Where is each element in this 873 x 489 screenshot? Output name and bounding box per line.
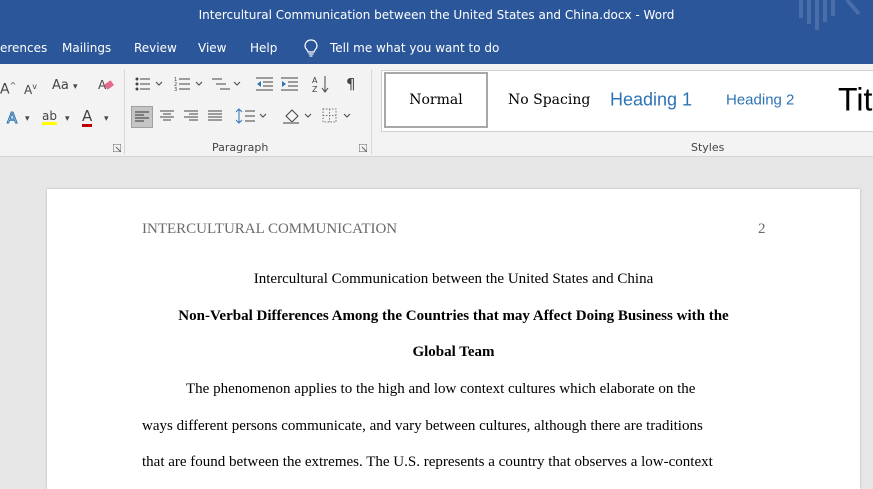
body-line: that are found between the extremes. The… bbox=[142, 454, 713, 470]
font-color-dropdown-icon[interactable]: ▾ bbox=[104, 111, 109, 127]
running-header: INTERCULTURAL COMMUNICATION bbox=[142, 221, 398, 237]
menu-bar: erences Mailings Review View Help Tell m… bbox=[0, 32, 873, 64]
style-heading-1[interactable]: Heading 1 bbox=[600, 71, 710, 129]
font-dialog-launcher-icon[interactable] bbox=[113, 144, 121, 152]
group-separator bbox=[124, 70, 125, 154]
style-heading-1-label: Heading 1 bbox=[610, 89, 693, 110]
svg-text:A: A bbox=[7, 109, 18, 127]
ribbon-decoration bbox=[799, 0, 861, 30]
bullets-icon[interactable] bbox=[135, 76, 163, 92]
tab-help[interactable]: Help bbox=[250, 41, 277, 55]
style-title-label: Tit bbox=[838, 81, 873, 118]
increase-indent-icon[interactable] bbox=[281, 76, 299, 92]
sort-icon[interactable]: A Z bbox=[312, 75, 330, 93]
section-heading-line-1: Non-Verbal Differences Among the Countri… bbox=[178, 308, 729, 324]
page-number: 2 bbox=[758, 221, 766, 237]
svg-text:Z: Z bbox=[312, 85, 318, 93]
align-center-icon[interactable] bbox=[160, 110, 174, 122]
style-no-spacing-label: No Spacing bbox=[508, 92, 591, 108]
body-line: ways different persons communicate, and … bbox=[142, 418, 703, 434]
window-title: Intercultural Communication between the … bbox=[198, 8, 675, 22]
svg-text:A: A bbox=[312, 76, 318, 85]
tab-references[interactable]: erences bbox=[0, 41, 47, 55]
clear-formatting-icon[interactable]: A bbox=[97, 76, 115, 94]
title-bar: Intercultural Communication between the … bbox=[0, 0, 873, 32]
tab-view[interactable]: View bbox=[198, 41, 226, 55]
document-page[interactable]: INTERCULTURAL COMMUNICATION 2 Intercultu… bbox=[47, 189, 860, 489]
align-left-icon bbox=[135, 111, 149, 122]
highlight-dropdown-icon[interactable]: ▾ bbox=[65, 111, 70, 127]
styles-gallery: Normal No Spacing Heading 1 Heading 2 Ti… bbox=[381, 70, 873, 132]
styles-group-label: Styles bbox=[691, 141, 725, 154]
paragraph-group-label: Paragraph bbox=[212, 141, 269, 154]
font-color-button[interactable]: A bbox=[82, 108, 93, 127]
text-effects-icon[interactable]: A bbox=[6, 109, 22, 127]
style-no-spacing[interactable]: No Spacing bbox=[492, 71, 596, 129]
group-separator bbox=[371, 70, 372, 154]
style-title[interactable]: Tit bbox=[828, 71, 873, 129]
svg-text:3: 3 bbox=[174, 87, 177, 92]
style-heading-2-label: Heading 2 bbox=[726, 91, 795, 109]
highlight-color-button[interactable]: ab bbox=[42, 108, 57, 124]
tell-me-search[interactable]: Tell me what you want to do bbox=[330, 41, 499, 55]
show-formatting-marks-button[interactable]: ¶ bbox=[346, 76, 356, 92]
lightbulb-icon bbox=[304, 39, 318, 57]
section-heading-line-2: Global Team bbox=[412, 344, 495, 360]
ribbon: A^ Av Aa ▾ A A ▾ ab ▾ A ▾ 123 A Z ¶ Para… bbox=[0, 64, 873, 157]
paragraph-dialog-launcher-icon[interactable] bbox=[359, 144, 367, 152]
decrease-indent-icon[interactable] bbox=[256, 76, 274, 92]
numbering-icon[interactable]: 123 bbox=[174, 76, 204, 92]
change-case-button[interactable]: Aa ▾ bbox=[52, 78, 78, 95]
tab-mailings[interactable]: Mailings bbox=[62, 41, 111, 55]
shrink-font-button[interactable]: Av bbox=[24, 79, 37, 98]
line-spacing-icon[interactable] bbox=[236, 108, 268, 124]
document-title: Intercultural Communication between the … bbox=[253, 271, 654, 287]
grow-font-button[interactable]: A^ bbox=[0, 78, 16, 98]
tab-review[interactable]: Review bbox=[134, 41, 177, 55]
style-normal-label: Normal bbox=[409, 92, 463, 108]
align-left-button[interactable] bbox=[131, 106, 153, 128]
body-line: The phenomenon applies to the high and l… bbox=[186, 381, 696, 397]
borders-icon[interactable] bbox=[322, 108, 354, 124]
align-right-icon[interactable] bbox=[184, 110, 198, 122]
text-effects-dropdown-icon[interactable]: ▾ bbox=[25, 111, 30, 127]
multilevel-list-icon[interactable] bbox=[212, 76, 242, 92]
style-heading-2[interactable]: Heading 2 bbox=[716, 71, 816, 129]
justify-icon[interactable] bbox=[208, 110, 222, 122]
style-normal[interactable]: Normal bbox=[384, 72, 488, 128]
shading-icon[interactable] bbox=[283, 108, 315, 124]
